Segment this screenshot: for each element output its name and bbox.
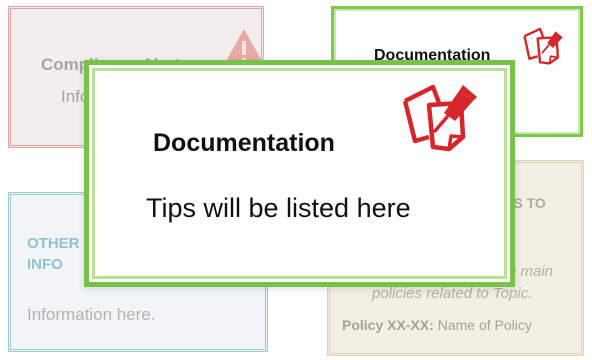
pinned-notes-icon <box>523 27 563 65</box>
documentation-card-expanded[interactable]: Documentation Tips will be listed here <box>84 60 515 287</box>
documentation-tips-text: Tips will be listed here <box>146 193 411 223</box>
policy-name: Name of Policy <box>437 317 532 333</box>
other-info-body: Information here. <box>27 305 156 324</box>
documentation-title: Documentation <box>153 129 335 157</box>
pinned-notes-icon <box>402 84 477 152</box>
policy-number-label: Policy XX-XX: <box>342 317 434 333</box>
policy-entry[interactable]: Policy XX-XX: Name of Policy <box>342 317 532 333</box>
policies-description-line-2: policies related to Topic. <box>372 285 533 302</box>
